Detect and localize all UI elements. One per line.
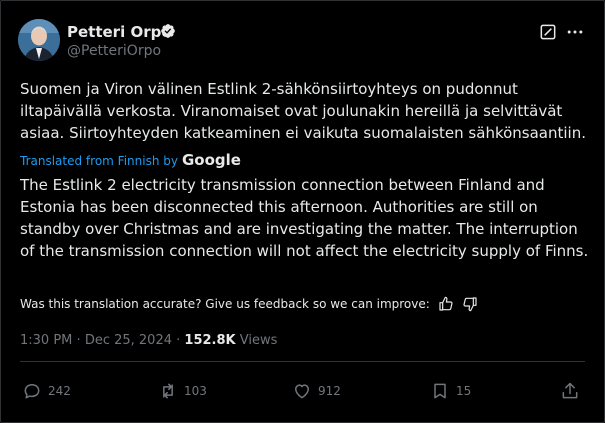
avatar-image	[18, 19, 60, 61]
thumbs-down-icon[interactable]	[462, 296, 478, 312]
reply-button[interactable]: 242	[22, 381, 71, 401]
tweet-translation-text: The Estlink 2 electricity transmission c…	[20, 176, 589, 260]
like-button[interactable]: 912	[292, 381, 341, 401]
tweet-original-text: Suomen ja Viron välinen Estlink 2-sähkön…	[20, 80, 586, 142]
translation-attribution: Translated from Finnish by Google	[20, 151, 241, 169]
feedback-prompt: Was this translation accurate? Give us f…	[20, 297, 430, 311]
tweet-meta: 1:30 PM · Dec 25, 2024 · 152.8K Views	[20, 333, 277, 348]
tweet-date[interactable]: Dec 25, 2024	[85, 333, 172, 348]
translation-feedback: Was this translation accurate? Give us f…	[20, 296, 478, 312]
meta-separator: ·	[176, 333, 181, 348]
share-icon	[562, 382, 578, 399]
author-display-name[interactable]: Petteri Orpo	[67, 23, 172, 41]
grok-icon[interactable]	[538, 22, 558, 42]
author-handle[interactable]: @PetteriOrpo	[67, 43, 161, 59]
share-button[interactable]	[560, 381, 580, 401]
heart-icon	[295, 384, 309, 399]
repost-count: 103	[184, 384, 207, 398]
reply-icon	[24, 384, 40, 399]
google-logo: Google	[181, 151, 241, 169]
bookmark-button[interactable]: 15	[430, 381, 471, 401]
repost-icon	[163, 383, 173, 399]
bookmark-icon	[434, 383, 446, 399]
reply-count: 242	[48, 384, 71, 398]
tweet-time[interactable]: 1:30 PM	[20, 333, 72, 348]
repost-button[interactable]: 103	[158, 381, 207, 401]
divider	[20, 361, 585, 362]
meta-separator: ·	[76, 333, 81, 348]
translated-from-link[interactable]: Translated from Finnish by	[20, 154, 178, 168]
thumbs-up-icon[interactable]	[438, 296, 454, 312]
avatar[interactable]	[18, 19, 60, 61]
verified-badge-icon	[161, 24, 175, 38]
bookmark-count: 15	[456, 384, 472, 398]
more-icon[interactable]	[565, 22, 585, 42]
views-count: 152.8K	[184, 333, 236, 348]
views-label: Views	[239, 333, 278, 348]
like-count: 912	[318, 384, 341, 398]
